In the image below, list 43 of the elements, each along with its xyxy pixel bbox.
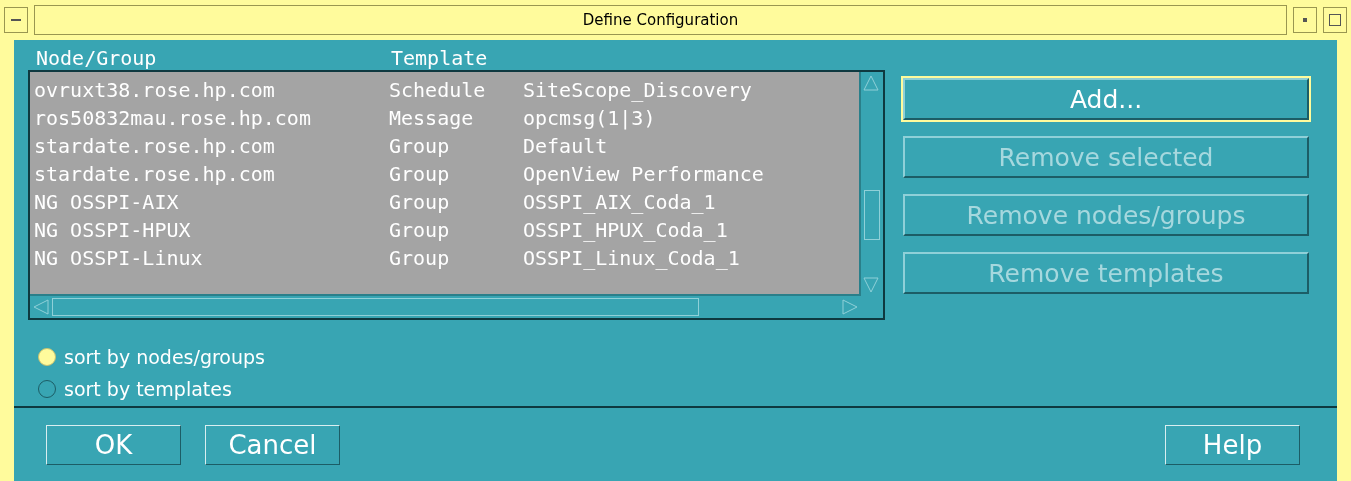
type-cell-text: Group	[389, 246, 451, 270]
node-cell-text: NG OSSPI-HPUX	[34, 218, 192, 242]
minimize-button[interactable]	[1293, 7, 1317, 33]
template-cell: OSSPI_AIX_Coda_1	[523, 190, 716, 214]
template-cell: OSSPI_HPUX_Coda_1	[523, 218, 728, 242]
window-menu-button[interactable]	[4, 7, 28, 33]
window-title: Define Configuration	[34, 5, 1287, 35]
type-cell-text: Message	[389, 106, 475, 130]
type-cell-text: Schedule	[389, 78, 487, 102]
sort-radio[interactable]: sort by nodes/groups	[38, 346, 1337, 368]
type-cell-text: Group	[389, 162, 451, 186]
template-cell: OpenView Performance	[523, 162, 764, 186]
sort-radio[interactable]: sort by templates	[38, 378, 1337, 400]
template-cell: Default	[523, 134, 608, 158]
scroll-left-icon[interactable]	[32, 298, 50, 316]
node-cell-text: NG OSSPI-AIX	[34, 190, 180, 214]
type-cell-text: Group	[389, 134, 451, 158]
scrollbar-thumb[interactable]	[52, 298, 699, 316]
dialog-button[interactable]: Help	[1165, 424, 1300, 465]
scroll-right-icon[interactable]	[841, 298, 859, 316]
scroll-up-icon[interactable]	[862, 74, 880, 92]
node-cell-text: NG OSSPI-Linux	[34, 246, 204, 270]
type-cell-text: Group	[389, 190, 451, 214]
node-cell-text: stardate.rose.hp.com	[34, 162, 276, 186]
scrollbar-thumb[interactable]	[864, 190, 880, 240]
dialog-button[interactable]: OK	[46, 424, 181, 465]
node-cell-text: ovruxt38.rose.hp.com	[34, 78, 276, 102]
column-header: Node/Group	[36, 46, 158, 70]
template-cell: SiteScope_Discovery	[523, 78, 752, 102]
configuration-list[interactable]	[28, 70, 885, 320]
template-cell: opcmsg(1|3)	[523, 106, 656, 130]
dialog-button[interactable]: Cancel	[205, 424, 340, 465]
maximize-icon	[1329, 14, 1341, 26]
node-cell-text: stardate.rose.hp.com	[34, 134, 276, 158]
minus-icon	[11, 18, 21, 22]
type-cell-text: Group	[389, 218, 451, 242]
maximize-button[interactable]	[1323, 7, 1347, 33]
add-button[interactable]: Add...	[903, 78, 1309, 120]
minimize-icon	[1303, 18, 1307, 22]
node-cell-text: ros50832mau.rose.hp.com	[34, 106, 312, 130]
template-cell: OSSPI_Linux_Coda_1	[523, 246, 740, 270]
column-header: Template	[391, 46, 488, 70]
scroll-down-icon[interactable]	[862, 276, 880, 294]
